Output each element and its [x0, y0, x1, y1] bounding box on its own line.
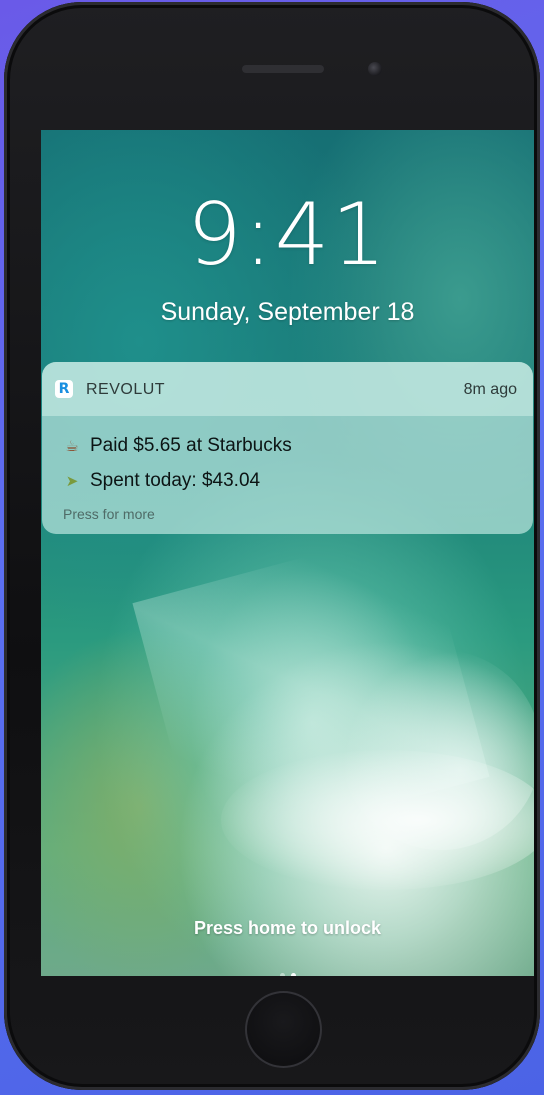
payment-text: Paid $5.65 at Starbucks	[90, 435, 292, 456]
front-camera	[368, 62, 382, 76]
notification-time: 8m ago	[463, 381, 517, 398]
lock-screen: 9:41 Sunday, September 18 R REVOLUT 8m a…	[41, 130, 534, 976]
press-for-more-hint: Press for more	[63, 506, 155, 522]
coffee-cup-icon: ☕	[65, 437, 79, 455]
home-button[interactable]	[245, 991, 322, 1068]
page-dot	[279, 973, 285, 976]
lock-time: 9:41	[186, 185, 389, 285]
notification-header: R REVOLUT 8m ago	[42, 362, 533, 416]
notification-line-payment: ☕ Paid $5.65 at Starbucks	[62, 435, 292, 457]
page-dot-active	[290, 973, 296, 976]
wallpaper-foam-lower	[221, 750, 534, 890]
money-wings-icon: ➤	[65, 472, 79, 490]
revolut-notification[interactable]: R REVOLUT 8m ago ☕ Paid $5.65 at Starbuck…	[42, 362, 533, 534]
earpiece-speaker	[242, 65, 324, 73]
notification-line-spent: ➤ Spent today: $43.04	[62, 470, 260, 492]
spent-text: Spent today: $43.04	[90, 470, 261, 491]
revolut-app-icon: R	[55, 380, 73, 398]
lock-date: Sunday, September 18	[160, 298, 415, 326]
unlock-hint: Press home to unlock	[193, 918, 382, 938]
phone-frame: 9:41 Sunday, September 18 R REVOLUT 8m a…	[4, 2, 540, 1090]
notification-app-name: REVOLUT	[86, 381, 166, 398]
page-indicator	[41, 965, 534, 976]
